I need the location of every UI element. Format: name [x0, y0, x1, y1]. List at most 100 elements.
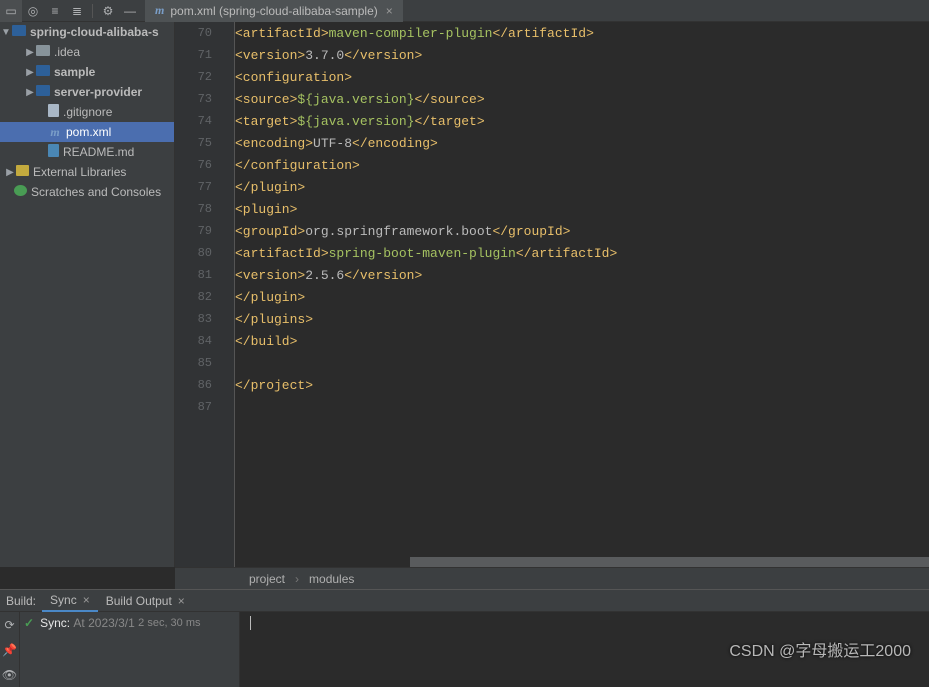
code-line[interactable]: </plugins>: [235, 308, 929, 330]
chevron-icon[interactable]: ▶: [24, 47, 36, 58]
line-number[interactable]: 72: [175, 66, 234, 88]
line-number[interactable]: 78: [175, 198, 234, 220]
gear-icon[interactable]: ⚙: [97, 0, 119, 22]
tree-label: .idea: [54, 45, 80, 59]
code-line[interactable]: <version>3.7.0</version>: [235, 44, 929, 66]
build-output-tab[interactable]: Build Output ×: [98, 590, 193, 612]
code-line[interactable]: <source>${java.version}</source>: [235, 88, 929, 110]
build-tabs: Build: Sync × Build Output ×: [0, 590, 929, 612]
tree-root[interactable]: ▼ spring-cloud-alibaba-s: [0, 22, 174, 42]
tree-label: .gitignore: [63, 105, 112, 119]
code-line[interactable]: </build>: [235, 330, 929, 352]
code-line[interactable]: [235, 396, 929, 418]
check-icon: ✓: [24, 616, 34, 630]
line-number[interactable]: 85: [175, 352, 234, 374]
build-side-toolbar: ⟳ 📌 👁: [0, 612, 20, 687]
target-icon[interactable]: ◎: [22, 0, 44, 22]
tree-label: README.md: [63, 145, 134, 159]
close-icon[interactable]: ×: [83, 593, 90, 607]
line-number[interactable]: 79: [175, 220, 234, 242]
text-cursor: [250, 616, 251, 630]
breadcrumb-sep: [295, 572, 299, 586]
tree-label: Scratches and Consoles: [31, 185, 161, 199]
file-icon: [48, 104, 63, 120]
build-results: ✓ Sync: At 2023/3/1 2 sec, 30 ms: [20, 612, 240, 687]
line-number[interactable]: 80: [175, 242, 234, 264]
breadcrumb-bar: project modules: [175, 567, 929, 589]
chevron-right-icon[interactable]: ▶: [4, 167, 16, 178]
code-line[interactable]: </project>: [235, 374, 929, 396]
line-number[interactable]: 87: [175, 396, 234, 418]
tree-label: server-provider: [54, 85, 142, 99]
maven-icon: m: [48, 125, 62, 140]
build-output-area[interactable]: [240, 612, 929, 687]
maven-icon: m: [155, 3, 164, 18]
build-panel: Build: Sync × Build Output × ⟳ 📌 👁 ✓ Syn…: [0, 589, 929, 687]
scratches-consoles[interactable]: Scratches and Consoles: [0, 182, 174, 202]
code-line[interactable]: <configuration>: [235, 66, 929, 88]
divider: [92, 4, 93, 18]
tree-item[interactable]: .gitignore: [0, 102, 174, 122]
tree-item[interactable]: ▶ .idea: [0, 42, 174, 62]
gutter: 707172737475767778798081828384858687: [175, 22, 235, 567]
main-area: ▼ spring-cloud-alibaba-s ▶ .idea ▶ sample ▶ s…: [0, 22, 929, 567]
tree-item[interactable]: README.md: [0, 142, 174, 162]
line-number[interactable]: 81: [175, 264, 234, 286]
refresh-icon[interactable]: ⟳: [0, 612, 19, 637]
tree-item[interactable]: m pom.xml: [0, 122, 174, 142]
line-number[interactable]: 75: [175, 132, 234, 154]
editor: 707172737475767778798081828384858687 <ar…: [175, 22, 929, 567]
line-number[interactable]: 86: [175, 374, 234, 396]
project-view-icon[interactable]: ▭: [0, 0, 22, 22]
line-number[interactable]: 76: [175, 154, 234, 176]
editor-tab-pom[interactable]: m pom.xml (spring-cloud-alibaba-sample) …: [145, 0, 403, 22]
project-sidebar: ▼ spring-cloud-alibaba-s ▶ .idea ▶ sample ▶ s…: [0, 22, 175, 567]
tree-label: pom.xml: [66, 125, 111, 139]
code-line[interactable]: [235, 352, 929, 374]
code-line[interactable]: <artifactId>maven-compiler-plugin</artif…: [235, 22, 929, 44]
code-line[interactable]: <plugin>: [235, 198, 929, 220]
folder-icon: [12, 25, 30, 39]
breadcrumb-modules[interactable]: modules: [309, 572, 354, 586]
line-number[interactable]: 82: [175, 286, 234, 308]
code-line[interactable]: </plugin>: [235, 286, 929, 308]
pin-icon[interactable]: 📌: [0, 637, 19, 662]
tree-item[interactable]: ▶ server-provider: [0, 82, 174, 102]
expand-icon[interactable]: ≡: [44, 0, 66, 22]
line-number[interactable]: 70: [175, 22, 234, 44]
chevron-icon[interactable]: ▶: [24, 67, 36, 78]
close-icon[interactable]: ×: [386, 4, 393, 18]
external-libraries[interactable]: ▶ External Libraries: [0, 162, 174, 182]
chevron-icon[interactable]: ▶: [24, 87, 36, 98]
line-number[interactable]: 71: [175, 44, 234, 66]
h-scrollbar[interactable]: [410, 557, 929, 567]
scroll-thumb[interactable]: [410, 557, 929, 567]
folder-icon: [36, 65, 54, 79]
line-number[interactable]: 84: [175, 330, 234, 352]
code-line[interactable]: <target>${java.version}</target>: [235, 110, 929, 132]
code-line[interactable]: <encoding>UTF-8</encoding>: [235, 132, 929, 154]
sync-result[interactable]: ✓ Sync: At 2023/3/1 2 sec, 30 ms: [24, 616, 235, 630]
code-line[interactable]: <version>2.5.6</version>: [235, 264, 929, 286]
code-line[interactable]: </plugin>: [235, 176, 929, 198]
sync-duration: 2 sec, 30 ms: [138, 617, 200, 629]
code-line[interactable]: </configuration>: [235, 154, 929, 176]
line-number[interactable]: 77: [175, 176, 234, 198]
build-label: Build:: [0, 594, 42, 608]
code-line[interactable]: <groupId>org.springframework.boot</group…: [235, 220, 929, 242]
chevron-down-icon[interactable]: ▼: [0, 27, 12, 38]
breadcrumb-project[interactable]: project: [249, 572, 285, 586]
line-number[interactable]: 83: [175, 308, 234, 330]
hide-icon[interactable]: —: [119, 0, 141, 22]
line-number[interactable]: 73: [175, 88, 234, 110]
code-area[interactable]: <artifactId>maven-compiler-plugin</artif…: [235, 22, 929, 567]
library-icon: [16, 165, 33, 179]
close-icon[interactable]: ×: [178, 594, 185, 608]
collapse-icon[interactable]: ≣: [66, 0, 88, 22]
tree-label: sample: [54, 65, 95, 79]
view-icon[interactable]: 👁: [0, 662, 19, 687]
tree-item[interactable]: ▶ sample: [0, 62, 174, 82]
code-line[interactable]: <artifactId>spring-boot-maven-plugin</ar…: [235, 242, 929, 264]
sync-tab[interactable]: Sync ×: [42, 590, 98, 612]
line-number[interactable]: 74: [175, 110, 234, 132]
